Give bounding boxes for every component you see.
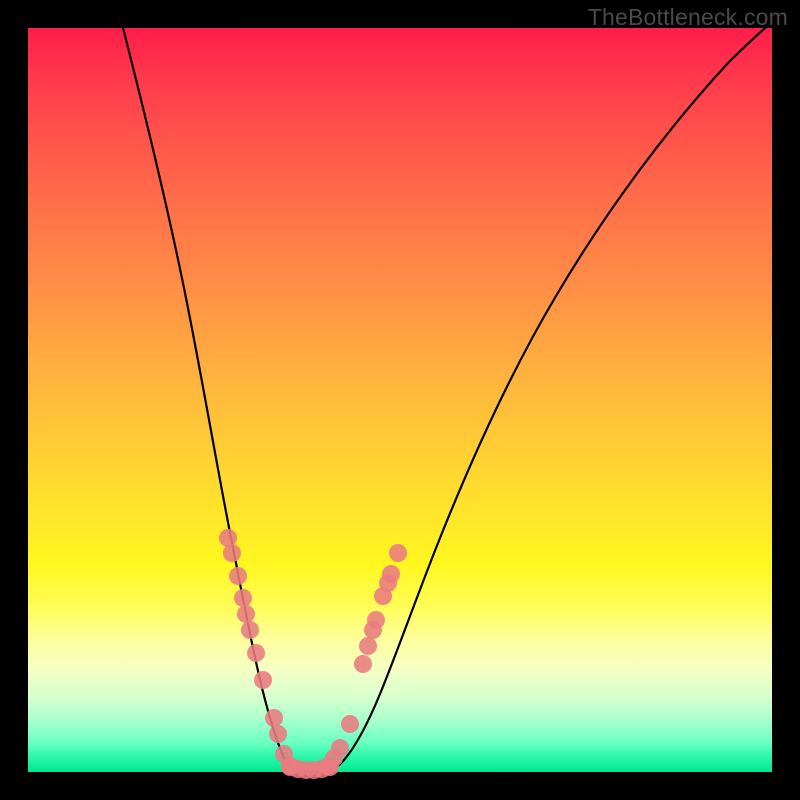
bottleneck-curve xyxy=(28,28,772,772)
data-marker xyxy=(241,621,259,639)
data-marker xyxy=(382,565,400,583)
chart-frame: TheBottleneck.com xyxy=(0,0,800,800)
data-marker xyxy=(359,637,377,655)
data-marker xyxy=(247,644,265,662)
markers-left xyxy=(219,529,299,775)
data-marker xyxy=(321,758,339,776)
data-marker xyxy=(331,739,349,757)
data-marker xyxy=(254,671,272,689)
data-marker xyxy=(234,589,252,607)
curve-path xyxy=(123,22,772,772)
data-marker xyxy=(269,725,287,743)
watermark-text: TheBottleneck.com xyxy=(588,4,788,31)
data-marker xyxy=(237,605,255,623)
data-marker xyxy=(354,655,372,673)
plot-area xyxy=(28,28,772,772)
data-marker xyxy=(223,544,241,562)
data-marker xyxy=(265,709,283,727)
data-marker xyxy=(229,567,247,585)
markers-bottom xyxy=(281,758,339,779)
data-marker xyxy=(341,715,359,733)
data-marker xyxy=(367,611,385,629)
data-marker xyxy=(389,544,407,562)
